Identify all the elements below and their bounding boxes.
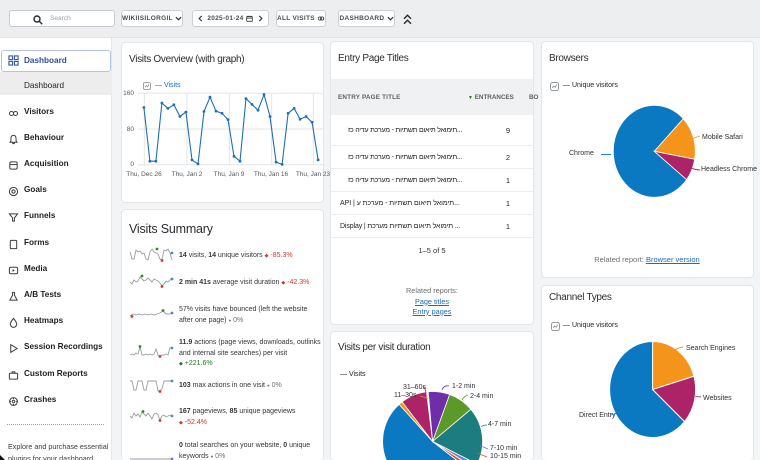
svg-text:2-4 min: 2-4 min (470, 393, 493, 400)
svg-text:10-15 min: 10-15 min (490, 453, 521, 460)
svg-text:31–60s: 31–60s (403, 384, 426, 391)
svg-text:Search Engines: Search Engines (686, 345, 736, 352)
svg-text:4-7 min: 4-7 min (488, 421, 511, 428)
svg-text:11–30s: 11–30s (394, 392, 417, 399)
svg-text:Websites: Websites (703, 395, 732, 402)
svg-text:Direct Entry: Direct Entry (579, 412, 616, 419)
svg-text:7-10 min: 7-10 min (490, 445, 517, 452)
svg-text:1-2 min: 1-2 min (452, 383, 475, 390)
